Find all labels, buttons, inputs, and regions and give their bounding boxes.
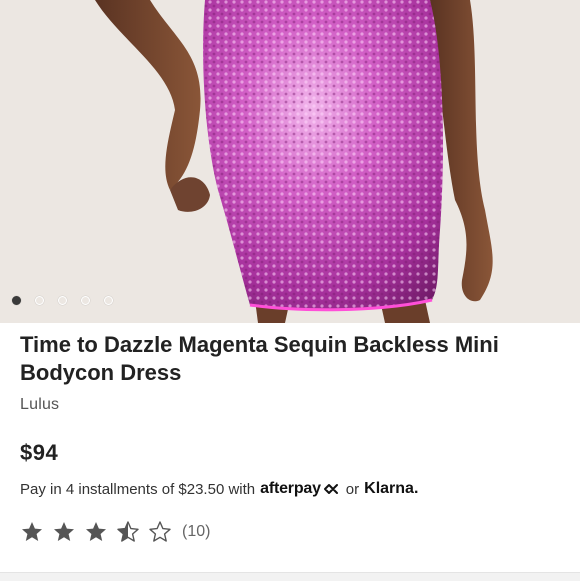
product-price: $94 [20, 440, 59, 465]
afterpay-icon [323, 484, 338, 494]
star-half-icon [117, 521, 139, 542]
installments-info: Pay in 4 installments of $23.50 with aft… [20, 480, 418, 498]
klarna-link[interactable]: Klarna. [364, 480, 418, 498]
gallery-dot[interactable] [58, 296, 67, 305]
review-count[interactable]: (10) [182, 523, 210, 541]
star-full-icon [54, 522, 74, 541]
product-image[interactable] [0, 0, 580, 323]
gallery-dot[interactable] [81, 296, 90, 305]
star-empty-icon [149, 521, 171, 542]
gallery-pagination [12, 296, 113, 305]
afterpay-link[interactable]: afterpay [260, 480, 341, 498]
installments-connector: or [345, 480, 360, 498]
afterpay-label: afterpay [260, 480, 321, 497]
installments-text: Pay in 4 installments of $23.50 with [20, 480, 256, 498]
gallery-dot[interactable] [104, 296, 113, 305]
product-rating[interactable]: (10) [20, 520, 210, 544]
gallery-dot[interactable] [35, 296, 44, 305]
gallery-dot[interactable] [12, 296, 21, 305]
product-title: Time to Dazzle Magenta Sequin Backless M… [20, 332, 499, 385]
star-full-icon [86, 522, 106, 541]
brand-name[interactable]: Lulus [20, 396, 59, 414]
star-full-icon [22, 522, 42, 541]
product-photo [0, 0, 580, 323]
